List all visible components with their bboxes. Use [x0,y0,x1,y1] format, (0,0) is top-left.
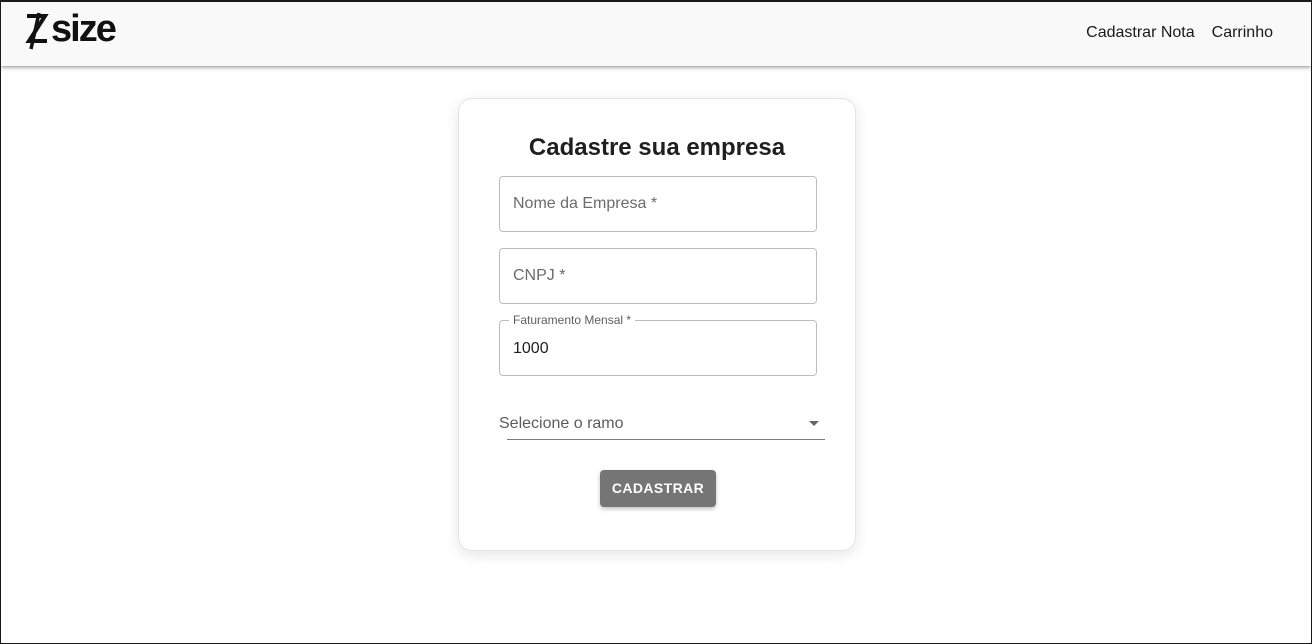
submit-button[interactable]: CADASTRAR [600,470,716,507]
sector-select-underline [507,439,825,440]
sector-select[interactable]: Selecione o ramo [499,408,825,440]
nav-link-cadastrar-nota[interactable]: Cadastrar Nota [1086,22,1195,44]
brand-logo[interactable]: size [23,9,123,53]
form-title: Cadastre sua empresa [528,134,786,161]
z-slash-logo-icon [25,12,49,50]
cnpj-placeholder: CNPJ * [513,267,566,284]
sector-select-placeholder: Selecione o ramo [499,415,624,432]
app-window: size Cadastrar Nota Carrinho Cadastre su… [0,0,1312,644]
top-app-bar: size Cadastrar Nota Carrinho [1,2,1311,66]
monthly-revenue-label: Faturamento Mensal * [509,313,636,327]
cnpj-field[interactable]: CNPJ * [499,248,817,304]
nav-link-carrinho[interactable]: Carrinho [1212,22,1273,44]
company-name-placeholder: Nome da Empresa * [513,195,658,212]
dropdown-arrow-icon [809,421,819,426]
company-name-field[interactable]: Nome da Empresa * [499,176,817,232]
monthly-revenue-field[interactable]: Faturamento Mensal * 1000 [499,313,817,376]
top-nav: Cadastrar Nota Carrinho [1086,22,1273,44]
monthly-revenue-value[interactable]: 1000 [513,339,803,359]
brand-logo-text: size [51,8,117,50]
company-form-card: Cadastre sua empresa Nome da Empresa * C… [458,98,856,551]
